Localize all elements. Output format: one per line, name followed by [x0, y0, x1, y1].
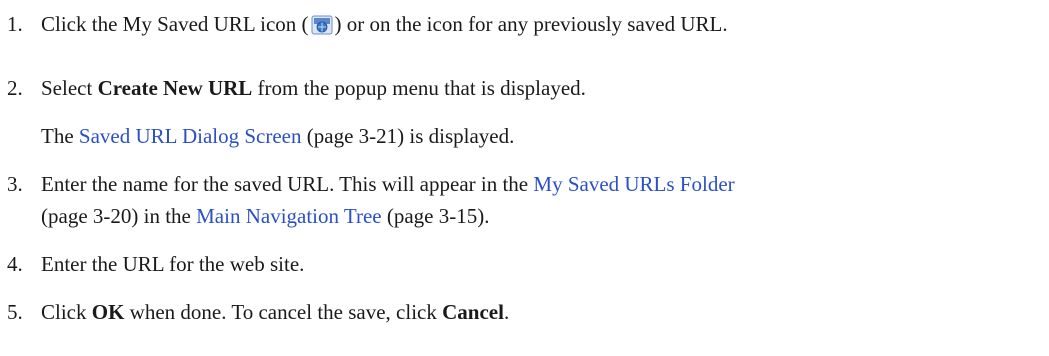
- step-number: 1.: [7, 12, 23, 36]
- step-number: 2.: [7, 76, 23, 100]
- create-new-url-label: Create New URL: [97, 76, 253, 100]
- step-number: 4.: [7, 252, 23, 276]
- saved-url-icon: [311, 15, 333, 35]
- step-number: 5.: [7, 300, 23, 324]
- step-text: Select Create New URL from the popup men…: [41, 76, 586, 100]
- step-number: 3.: [7, 172, 23, 196]
- ok-label: OK: [91, 300, 125, 324]
- cancel-label: Cancel: [442, 300, 504, 324]
- step-text: Enter the URL for the web site.: [41, 252, 305, 276]
- step-text: Click OK when done. To cancel the save, …: [41, 300, 510, 324]
- step-text: Enter the name for the saved URL. This w…: [41, 172, 735, 196]
- step-text: Click the My Saved URL icon ( ) or on th…: [41, 12, 728, 36]
- my-saved-urls-folder-link[interactable]: My Saved URLs Folder: [533, 172, 734, 196]
- instruction-steps: 1. Click the My Saved URL icon ( ) or on…: [7, 12, 735, 324]
- main-navigation-tree-link[interactable]: Main Navigation Tree: [196, 204, 381, 228]
- saved-url-dialog-screen-link[interactable]: Saved URL Dialog Screen: [79, 124, 302, 148]
